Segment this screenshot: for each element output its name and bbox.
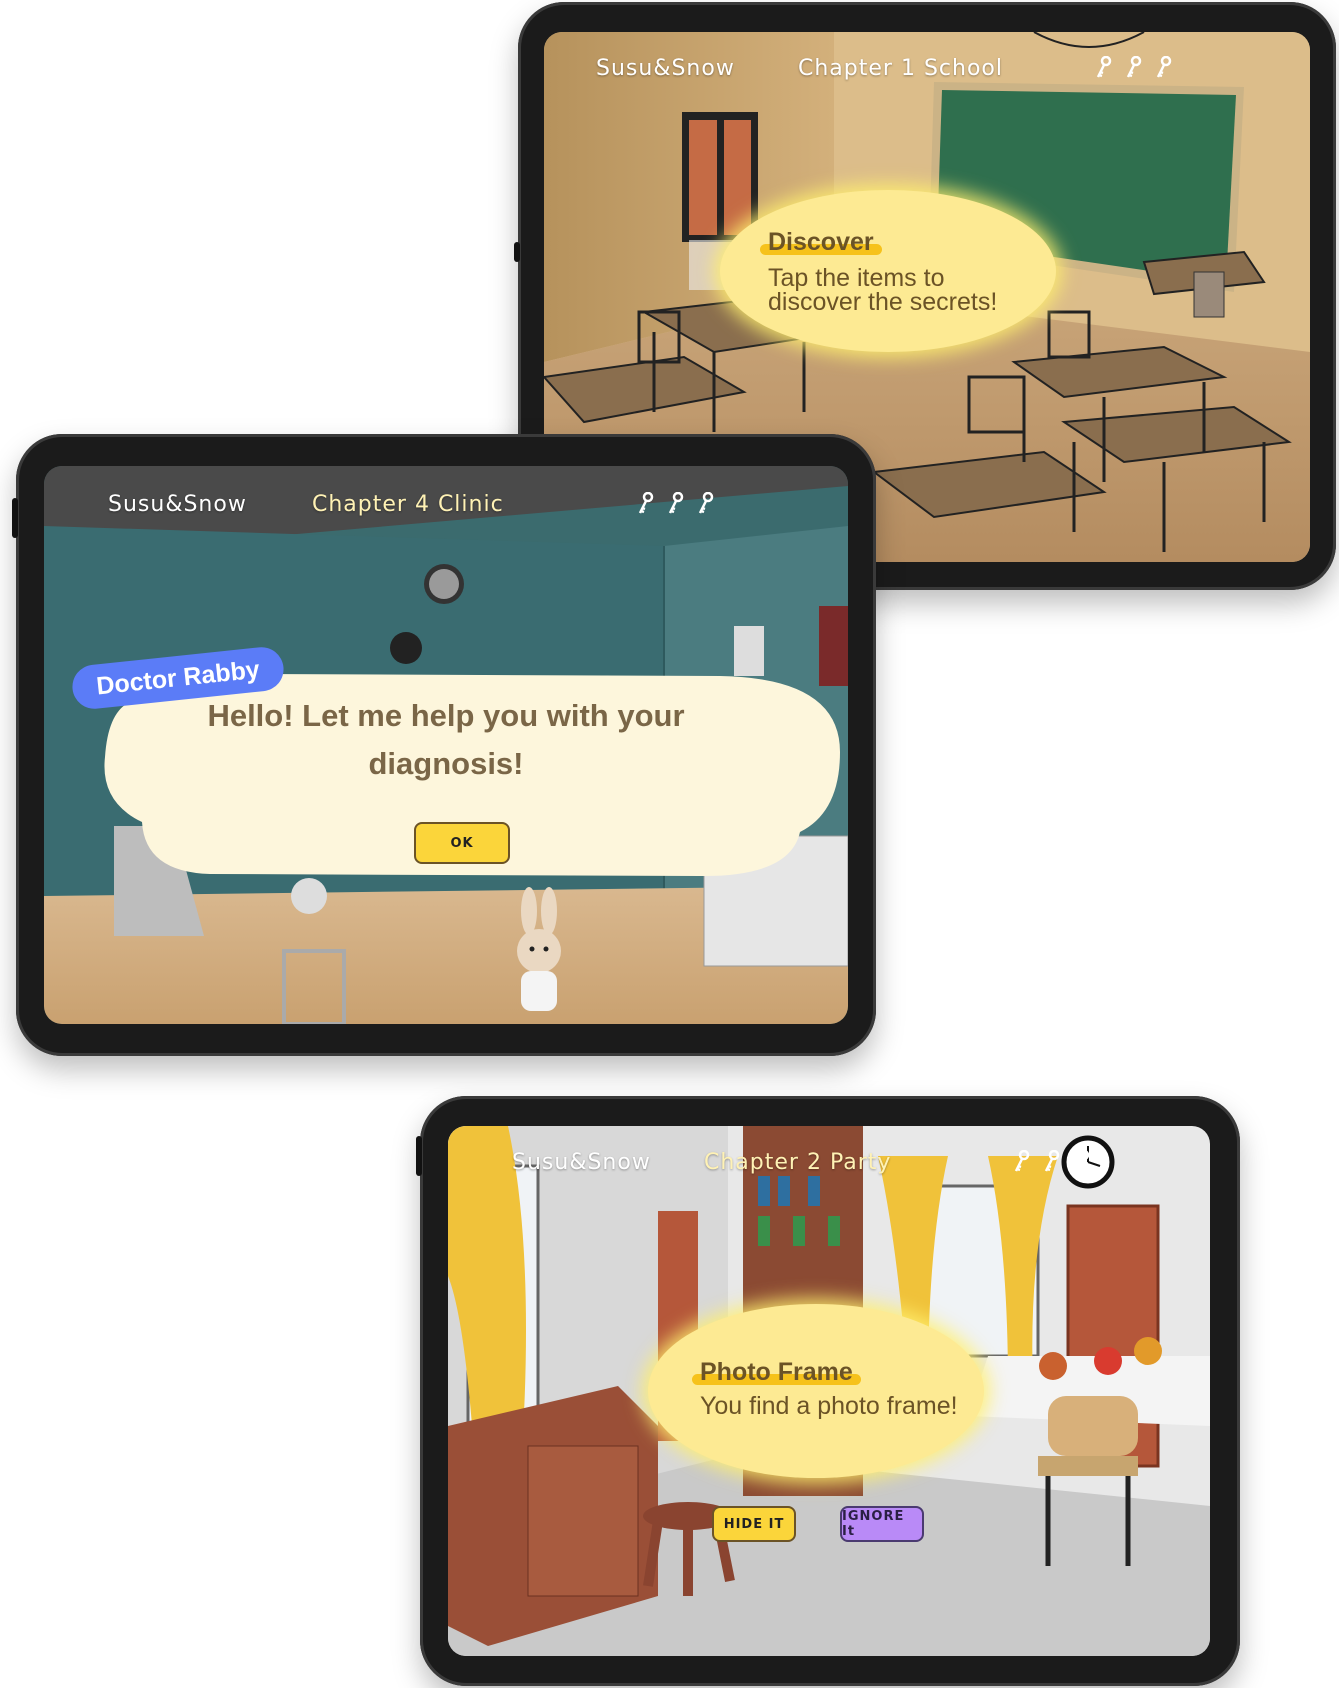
keys-collected (1012, 1150, 1090, 1174)
side-button (514, 242, 520, 262)
bubble-text: You find a photo frame! (700, 1392, 958, 1420)
chapter-title: Chapter 2 Party (704, 1150, 892, 1175)
key-icon (1014, 1150, 1030, 1172)
key-icon (1096, 56, 1112, 78)
brand-title: Susu&Snow (512, 1150, 651, 1175)
brand-title: Susu&Snow (596, 56, 735, 81)
chapter-title: Chapter 4 Clinic (312, 492, 504, 517)
dialog-line-2: diagnosis! (368, 746, 524, 781)
key-icon (1074, 1150, 1090, 1172)
ok-button[interactable]: OK (414, 822, 510, 864)
keys-collected (1094, 56, 1172, 80)
key-icon (1156, 56, 1172, 78)
ignore-it-button[interactable]: IGNORE It (840, 1506, 924, 1542)
key-icon (668, 492, 684, 514)
side-button (416, 1136, 422, 1176)
key-icon (698, 492, 714, 514)
hide-it-button[interactable]: HIDE IT (712, 1506, 796, 1542)
tablet-party: Susu&Snow Chapter 2 Party Photo Frame Yo… (416, 1096, 1240, 1686)
bubble-title: Discover (760, 228, 882, 257)
key-icon (1044, 1150, 1060, 1172)
photo-frame-bubble[interactable] (648, 1304, 984, 1478)
key-icon (1126, 56, 1142, 78)
chapter-title: Chapter 1 School (798, 56, 1003, 81)
bubble-title: Photo Frame (692, 1358, 861, 1387)
bubble-line-2: discover the secrets! (768, 288, 998, 316)
tablet-clinic: Susu&Snow Chapter 4 Clinic Doctor Rabby … (12, 434, 876, 1056)
brand-title: Susu&Snow (108, 492, 247, 517)
dialog-line-1: Hello! Let me help you with your (207, 698, 685, 733)
keys-collected (636, 492, 714, 516)
party-scene[interactable]: Susu&Snow Chapter 2 Party Photo Frame Yo… (448, 1126, 1210, 1656)
side-button (12, 498, 18, 538)
key-icon (638, 492, 654, 514)
